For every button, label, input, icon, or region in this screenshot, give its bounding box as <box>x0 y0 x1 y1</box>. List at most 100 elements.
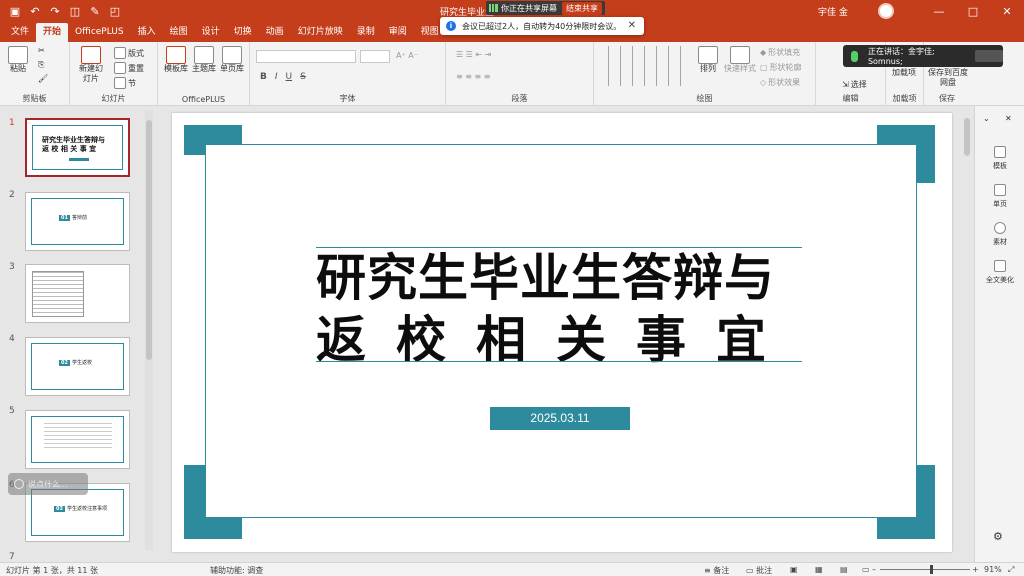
group-label: 绘图 <box>696 94 713 103</box>
copy-icon[interactable]: ⎘ <box>38 60 44 70</box>
avatar[interactable] <box>878 3 894 19</box>
slide-thumbnail-4[interactable]: 02 学生返校 <box>25 337 130 396</box>
tab-record[interactable]: 录制 <box>350 23 382 42</box>
chat-input[interactable]: 说点什么... <box>8 473 88 495</box>
rightpane-template[interactable]: 模板 <box>975 146 1024 171</box>
theme-library-button[interactable]: 主题库 <box>192 46 216 74</box>
font-size-input[interactable] <box>360 50 390 63</box>
pen-icon[interactable]: ✎ <box>88 4 102 18</box>
speaking-text: 正在讲话：金宇佳; Somnus; <box>867 47 935 66</box>
rightpane-single-page[interactable]: 单页 <box>975 184 1024 209</box>
shapes-gallery[interactable] <box>601 46 689 86</box>
tab-transitions[interactable]: 切换 <box>227 23 259 42</box>
grow-font-icon[interactable]: A⁺ A⁻ <box>396 51 418 60</box>
reset-button[interactable]: 重置 <box>114 62 144 74</box>
slide-date[interactable]: 2025.03.11 <box>490 407 630 430</box>
cut-icon[interactable]: ✂ <box>38 46 45 55</box>
tab-slideshow[interactable]: 幻灯片放映 <box>291 23 350 42</box>
shape-effects-button[interactable]: ◇ 形状效果 <box>760 77 800 88</box>
collapse-icon[interactable]: ⌄ <box>983 114 990 123</box>
notes-button[interactable]: ≡ 备注 <box>704 565 729 576</box>
italic-button[interactable]: I <box>275 72 278 82</box>
thumbnail-scrollbar[interactable] <box>145 110 153 550</box>
thumb-section: 01 答辩前 <box>59 214 87 221</box>
tab-animations[interactable]: 动画 <box>259 23 291 42</box>
group-label: 字体 <box>339 94 356 103</box>
new-slide-button[interactable]: 新建幻灯片 <box>76 46 106 84</box>
bullets-icon[interactable]: ☰ ☰ ⇤ ⇥ <box>456 50 491 59</box>
zoom-slider[interactable] <box>880 569 970 570</box>
section-button[interactable]: 节 <box>114 77 136 89</box>
addins-button[interactable]: 加载项 <box>892 68 916 78</box>
single-page-library-button[interactable]: 单页库 <box>220 46 244 74</box>
tab-officeplus[interactable]: OfficePLUS <box>68 23 131 42</box>
comments-label: 批注 <box>756 566 773 575</box>
tab-draw[interactable]: 绘图 <box>163 23 195 42</box>
group-drawing: 排列 快速样式 ◆ 形状填充 ▢ 形状轮廓 ◇ 形状效果 绘图 <box>594 42 816 106</box>
rightpane-material[interactable]: 素材 <box>975 222 1024 247</box>
zoom-level[interactable]: 91% <box>984 565 1002 574</box>
microphone-icon <box>851 50 858 62</box>
maximize-button[interactable]: □ <box>956 0 990 22</box>
sorter-view-icon[interactable]: ▦ <box>815 565 823 574</box>
share-status: 你正在共享屏幕 <box>501 3 557 13</box>
slide-thumbnail-3[interactable] <box>25 264 130 323</box>
tab-file[interactable]: 文件 <box>4 23 36 42</box>
slide-title[interactable]: 研究生毕业生答辩与 返校相关事宜 <box>316 247 802 371</box>
undo-icon[interactable]: ↶ <box>28 4 42 18</box>
slide-thumbnail-2[interactable]: 01 答辩前 <box>25 192 130 251</box>
shape-fill-button[interactable]: ◆ 形状填充 <box>760 47 800 58</box>
scroll-thumb[interactable] <box>146 120 152 360</box>
font-name-input[interactable] <box>256 50 356 63</box>
slideshow-view-icon[interactable]: ▭ <box>862 565 870 574</box>
shape-outline-button[interactable]: ▢ 形状轮廓 <box>760 62 802 73</box>
current-slide[interactable]: 研究生毕业生答辩与 返校相关事宜 2025.03.11 <box>172 113 952 552</box>
slide-thumbnail-1[interactable]: 研究生毕业生答辩与 返 校 相 关 事 宜 <box>25 118 130 177</box>
normal-view-icon[interactable]: ▣ <box>790 565 798 574</box>
tab-insert[interactable]: 插入 <box>131 23 163 42</box>
rightpane-beautify[interactable]: 全文美化 <box>975 260 1024 285</box>
reading-view-icon[interactable]: ▤ <box>840 565 848 574</box>
zoom-out-icon[interactable]: – <box>872 565 876 574</box>
present-icon[interactable]: ◰ <box>108 4 122 18</box>
tab-home[interactable]: 开始 <box>36 23 69 42</box>
select-button[interactable]: ⇲ 选择 <box>842 79 867 90</box>
template-library-button[interactable]: 模板库 <box>164 46 188 74</box>
scroll-thumb[interactable] <box>964 118 970 156</box>
save-icon[interactable]: ▣ <box>8 4 22 18</box>
rightpane-label: 模板 <box>993 162 1007 170</box>
section-title: 学生返校注意事项 <box>66 506 107 512</box>
minimize-button[interactable]: — <box>922 0 956 22</box>
fit-to-window-icon[interactable]: ⤢ <box>1008 565 1014 575</box>
underline-button[interactable]: U <box>286 72 293 82</box>
comments-button[interactable]: ▭ 批注 <box>746 565 772 576</box>
tab-review[interactable]: 审阅 <box>382 23 414 42</box>
strikethrough-button[interactable]: S <box>300 72 306 82</box>
section-title: 答辩前 <box>71 215 87 221</box>
close-button[interactable]: ✕ <box>990 0 1024 22</box>
align-icon[interactable]: ≡ ≡ ≡ ≡ <box>456 72 490 81</box>
format-painter-icon[interactable]: 🖌 <box>38 74 48 83</box>
stop-share-button[interactable]: 结束共享 <box>562 1 602 15</box>
layout-button[interactable]: 版式 <box>114 47 144 59</box>
redo-icon[interactable]: ↷ <box>48 4 62 18</box>
bold-button[interactable]: B <box>260 72 267 82</box>
zoom-in-icon[interactable]: + <box>972 565 979 574</box>
paste-button[interactable]: 粘贴 <box>8 46 28 74</box>
close-pane-icon[interactable]: ✕ <box>1005 114 1012 123</box>
tab-design[interactable]: 设计 <box>195 23 227 42</box>
accessibility-status[interactable]: 辅助功能: 调查 <box>210 565 263 576</box>
start-icon[interactable]: ◫ <box>68 4 82 18</box>
emoji-icon[interactable] <box>14 479 24 489</box>
section-number: 03 <box>54 505 65 512</box>
save-to-baidu-button[interactable]: 保存到百度网盘 <box>928 68 968 88</box>
zoom-slider-handle[interactable] <box>930 565 933 574</box>
slide-scrollbar[interactable] <box>962 110 972 550</box>
slide-thumbnail-5[interactable] <box>25 410 130 469</box>
close-icon[interactable]: ✕ <box>628 20 636 31</box>
slide-number: 5 <box>9 406 15 416</box>
screen-share-bar: 你正在共享屏幕 结束共享 <box>486 1 605 15</box>
quick-styles-button[interactable]: 快速样式 <box>724 46 756 74</box>
gear-icon[interactable]: ⚙ <box>993 530 1003 543</box>
arrange-button[interactable]: 排列 <box>698 46 718 74</box>
